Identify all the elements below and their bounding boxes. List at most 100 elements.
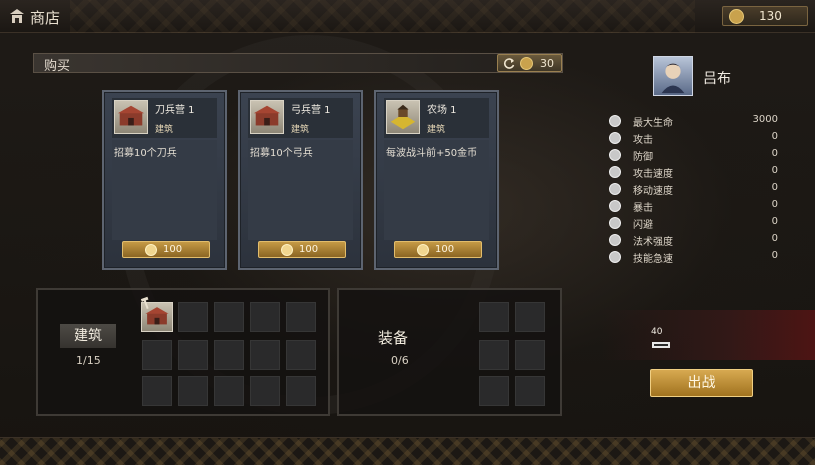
inventory-slot[interactable] xyxy=(178,340,208,370)
heart-icon xyxy=(609,115,621,127)
stat-label: 最大生命 xyxy=(633,118,673,129)
buildings-label: 建筑 xyxy=(60,324,116,348)
inventory-slot[interactable] xyxy=(250,376,280,406)
inventory-slot[interactable] xyxy=(250,302,280,332)
card-price: 100 xyxy=(299,244,319,255)
shop-card[interactable]: 弓兵营 1 建筑 招募10个弓兵 100 xyxy=(238,90,363,270)
stat-value: 0 xyxy=(771,148,778,159)
shop-card[interactable]: 农场 1 建筑 每波战斗前+50金币 100 xyxy=(374,90,499,270)
buy-price-button[interactable]: 100 xyxy=(394,241,482,258)
stat-value: 0 xyxy=(771,250,778,261)
buy-price-button[interactable]: 100 xyxy=(122,241,210,258)
magic-icon xyxy=(609,234,621,246)
stat-row: 攻击 0 xyxy=(607,130,782,147)
stat-label: 闪避 xyxy=(633,220,653,231)
stat-row: 攻击速度 0 xyxy=(607,164,782,181)
inventory-slot[interactable] xyxy=(515,376,545,406)
gold-coin-icon xyxy=(520,57,533,70)
card-description: 招募10个弓兵 xyxy=(248,140,353,240)
page-title: 商店 xyxy=(30,9,61,27)
inventory-slot[interactable] xyxy=(250,340,280,370)
stat-row: 法术强度 0 xyxy=(607,232,782,249)
card-header: 弓兵营 1 建筑 xyxy=(248,98,353,138)
stat-row: 闪避 0 xyxy=(607,215,782,232)
card-price: 100 xyxy=(435,244,455,255)
inventory-slot[interactable] xyxy=(214,302,244,332)
gold-coin-icon xyxy=(417,244,429,256)
inventory-slot[interactable] xyxy=(178,302,208,332)
card-type: 建筑 xyxy=(155,125,174,135)
hero-name: 吕布 xyxy=(703,71,731,87)
inventory-slot[interactable] xyxy=(142,376,172,406)
top-bar-pattern xyxy=(70,0,695,33)
inventory-slot[interactable] xyxy=(479,340,509,370)
stat-label: 攻击速度 xyxy=(633,169,673,180)
stat-value: 0 xyxy=(771,199,778,210)
inventory-slot[interactable] xyxy=(286,302,316,332)
gold-coin-icon xyxy=(145,244,157,256)
card-type: 建筑 xyxy=(291,125,310,135)
card-header: 刀兵营 1 建筑 xyxy=(112,98,217,138)
inventory-slot[interactable] xyxy=(479,302,509,332)
stat-label: 攻击 xyxy=(633,135,653,146)
stat-row: 防御 0 xyxy=(607,147,782,164)
haste-icon xyxy=(609,251,621,263)
bottom-decoration xyxy=(0,437,815,465)
sword-barracks-icon xyxy=(114,100,148,134)
card-type: 建筑 xyxy=(427,125,446,135)
card-name: 刀兵营 1 xyxy=(155,105,195,116)
sword-icon xyxy=(609,132,621,144)
shop-card[interactable]: 刀兵营 1 建筑 招募10个刀兵 100 xyxy=(102,90,227,270)
shop-icon xyxy=(10,9,24,23)
buildings-count: 1/15 xyxy=(76,354,101,367)
troop-strip xyxy=(600,310,815,360)
card-name: 农场 1 xyxy=(427,105,457,116)
hammer-icon xyxy=(140,296,149,310)
card-name: 弓兵营 1 xyxy=(291,105,331,116)
shield-icon xyxy=(609,149,621,161)
top-bar: 商店 130 xyxy=(0,0,815,33)
inventory-slot[interactable] xyxy=(286,376,316,406)
inventory-slot[interactable] xyxy=(214,340,244,370)
inventory-slot[interactable] xyxy=(178,376,208,406)
stat-row: 移动速度 0 xyxy=(607,181,782,198)
buy-section-header: 购买 xyxy=(33,53,563,74)
stat-value: 0 xyxy=(771,165,778,176)
buy-price-button[interactable]: 100 xyxy=(258,241,346,258)
stat-value: 0 xyxy=(771,131,778,142)
card-price: 100 xyxy=(163,244,183,255)
farm-icon xyxy=(386,100,420,134)
gold-coin-icon xyxy=(729,9,744,24)
archer-barracks-icon xyxy=(250,100,284,134)
gold-display: 130 xyxy=(722,6,808,26)
equipment-count: 0/6 xyxy=(391,354,409,367)
inventory-slot[interactable] xyxy=(515,302,545,332)
troop-icon[interactable] xyxy=(650,334,674,352)
inventory-slot[interactable] xyxy=(142,340,172,370)
gold-amount: 130 xyxy=(759,9,782,23)
stat-label: 防御 xyxy=(633,152,653,163)
inventory-slot[interactable] xyxy=(214,376,244,406)
gold-coin-icon xyxy=(281,244,293,256)
battle-button[interactable]: 出战 xyxy=(650,369,753,397)
refresh-button[interactable]: 30 xyxy=(497,54,562,72)
stat-value: 0 xyxy=(771,216,778,227)
inventory-slot[interactable] xyxy=(286,340,316,370)
stat-label: 法术强度 xyxy=(633,237,673,248)
stat-row: 技能急速 0 xyxy=(607,249,782,266)
move-speed-icon xyxy=(609,183,621,195)
card-description: 每波战斗前+50金币 xyxy=(384,140,489,240)
inventory-slot[interactable] xyxy=(515,340,545,370)
stat-value: 3000 xyxy=(752,114,778,125)
dodge-icon xyxy=(609,217,621,229)
stat-value: 0 xyxy=(771,233,778,244)
inventory-slot[interactable] xyxy=(479,376,509,406)
attack-speed-icon xyxy=(609,166,621,178)
card-description: 招募10个刀兵 xyxy=(112,140,217,240)
buildings-inventory-panel: 建筑 1/15 xyxy=(36,288,330,416)
stat-value: 0 xyxy=(771,182,778,193)
card-header: 农场 1 建筑 xyxy=(384,98,489,138)
buy-label: 购买 xyxy=(44,59,71,74)
equipment-label: 装备 xyxy=(378,329,409,347)
hero-avatar[interactable] xyxy=(653,56,693,96)
